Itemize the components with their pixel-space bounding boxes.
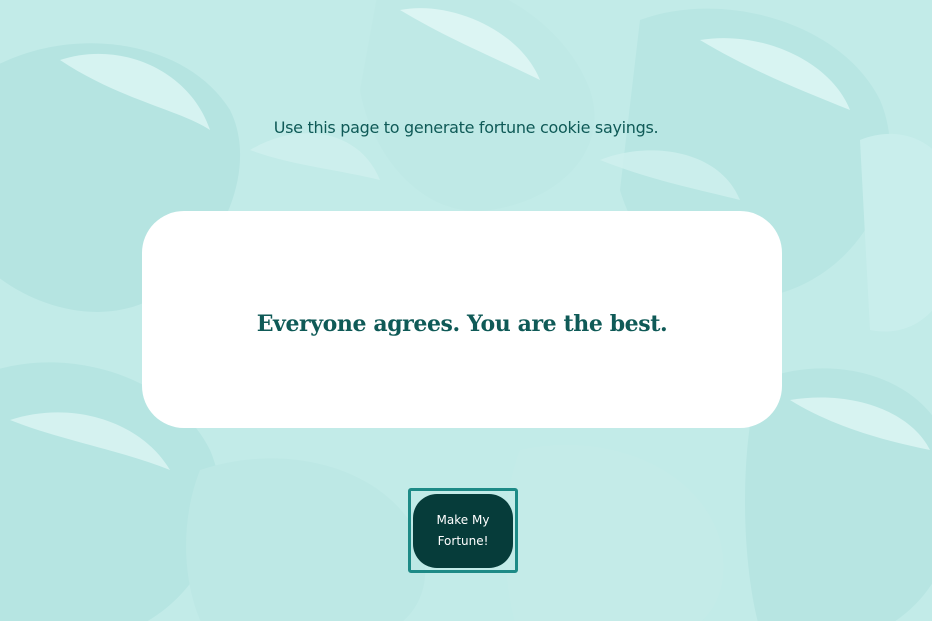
fortune-card: Everyone agrees. You are the best. <box>142 211 782 428</box>
make-fortune-button[interactable]: Make My Fortune! <box>413 493 513 568</box>
make-fortune-button-focus-ring: Make My Fortune! <box>408 488 518 573</box>
intro-text: Use this page to generate fortune cookie… <box>273 118 659 137</box>
fortune-text: Everyone agrees. You are the best. <box>256 310 668 337</box>
